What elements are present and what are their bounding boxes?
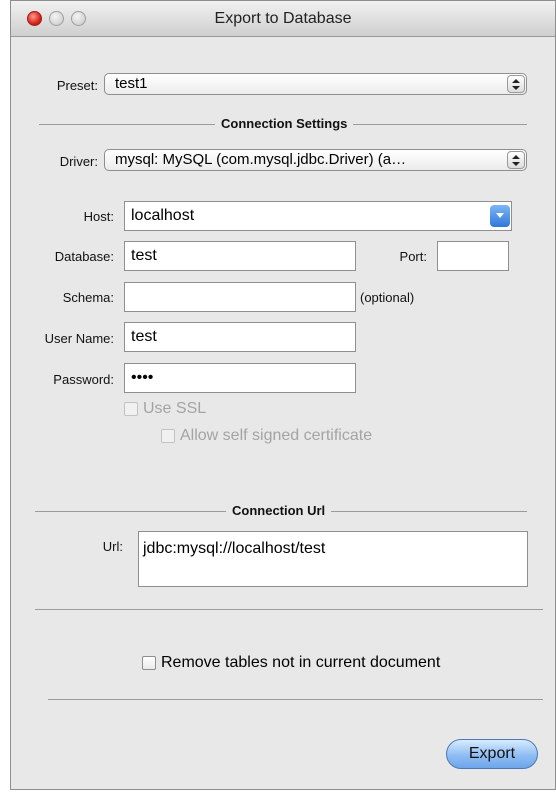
popup-arrows-icon — [507, 75, 525, 93]
driver-popup[interactable]: mysql: MySQL (com.mysql.jdbc.Driver) (a… — [104, 149, 527, 171]
title-bar[interactable]: Export to Database — [11, 1, 555, 37]
preset-value: test1 — [115, 75, 148, 92]
popup-arrows-icon — [507, 151, 525, 169]
use-ssl-label: Use SSL — [143, 400, 207, 417]
window-title: Export to Database — [214, 10, 352, 27]
remove-tables-label: Remove tables not in current document — [161, 654, 441, 671]
remove-tables-checkbox[interactable]: Remove tables not in current document — [142, 654, 440, 672]
allow-self-signed-checkbox[interactable]: Allow self signed certificate — [161, 427, 372, 445]
host-combo[interactable]: localhost — [124, 201, 512, 231]
checkbox-box — [124, 402, 138, 416]
url-field[interactable]: jdbc:mysql://localhost/test — [138, 531, 528, 587]
username-label: User Name: — [44, 331, 114, 346]
allow-self-signed-label: Allow self signed certificate — [180, 427, 373, 444]
chevron-down-icon[interactable] — [490, 205, 510, 227]
schema-optional-hint: (optional) — [360, 290, 415, 305]
database-field[interactable]: test — [124, 241, 356, 271]
port-field[interactable] — [437, 241, 509, 271]
host-value: localhost — [131, 207, 195, 224]
host-label: Host: — [83, 209, 114, 224]
connection-settings-heading: Connection Settings — [215, 116, 354, 131]
divider — [35, 609, 543, 610]
database-label: Database: — [54, 249, 114, 264]
connection-url-heading: Connection Url — [226, 503, 332, 518]
checkbox-box — [161, 429, 175, 443]
schema-field[interactable] — [124, 282, 356, 312]
schema-label: Schema: — [62, 290, 114, 305]
password-field[interactable]: •••• — [124, 363, 356, 393]
export-button[interactable]: Export — [446, 739, 538, 769]
url-label: Url: — [102, 539, 123, 554]
preset-label: Preset: — [56, 78, 98, 93]
password-label: Password: — [53, 372, 114, 387]
export-window: Export to Database Preset: test1 Connect… — [10, 0, 556, 790]
port-label: Port: — [399, 249, 427, 264]
driver-label: Driver: — [59, 154, 98, 169]
divider — [48, 699, 543, 700]
preset-popup[interactable]: test1 — [104, 73, 527, 95]
use-ssl-checkbox[interactable]: Use SSL — [124, 400, 206, 418]
driver-value: mysql: MySQL (com.mysql.jdbc.Driver) (a… — [115, 151, 407, 168]
username-field[interactable]: test — [124, 322, 356, 352]
checkbox-box — [142, 656, 156, 670]
